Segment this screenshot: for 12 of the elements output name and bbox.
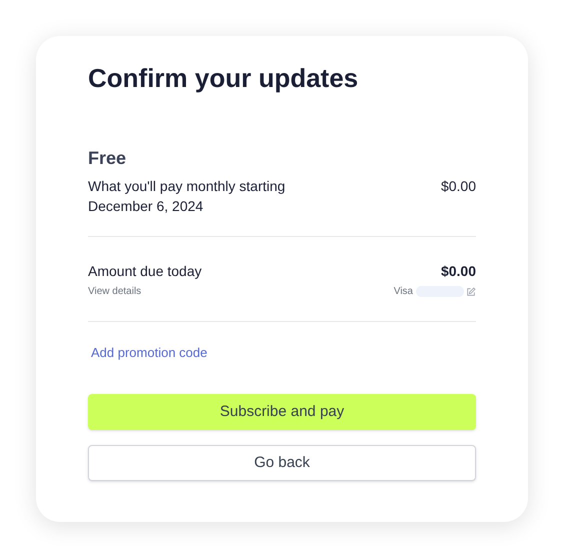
edit-icon[interactable] (466, 286, 476, 296)
plan-name: Free (88, 147, 128, 170)
amount-due-value: $0.00 (440, 262, 476, 281)
dialog-title: Confirm your updates (88, 62, 360, 94)
back-button[interactable]: Go back (88, 445, 476, 481)
amount-due-label: Amount due today (88, 262, 202, 281)
plan-price: $0.00 (440, 177, 476, 196)
plan-description: What you'll pay monthly starting December 6, 2024 (88, 177, 286, 216)
card-brand: Visa (394, 285, 413, 299)
add-promotion-code-link[interactable]: Add promotion code (91, 344, 476, 362)
view-details-link[interactable]: View details (88, 284, 142, 299)
subscribe-button[interactable]: Subscribe and pay (88, 394, 476, 430)
